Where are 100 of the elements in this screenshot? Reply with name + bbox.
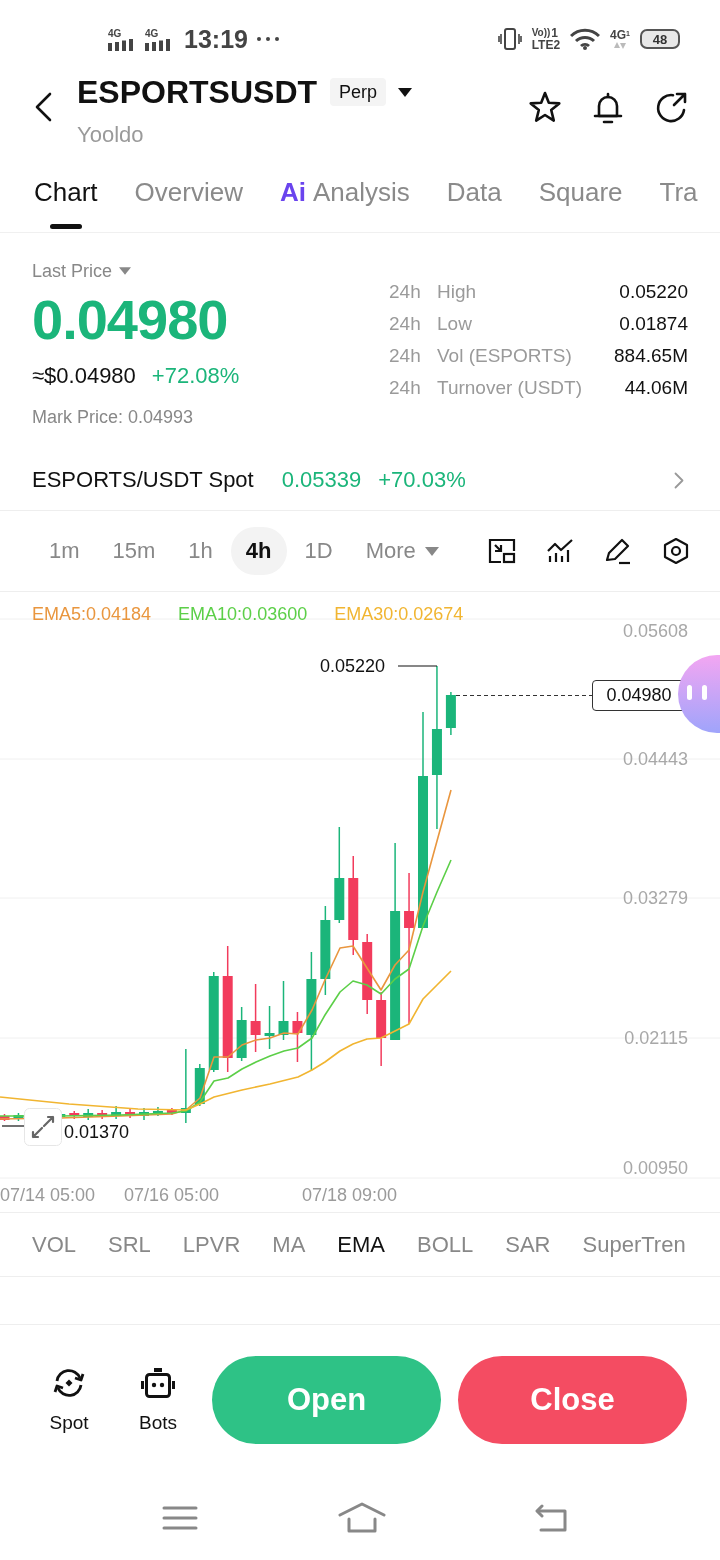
pencil-icon[interactable] (604, 537, 632, 565)
shortcut-label[interactable]: Spot (49, 1411, 89, 1435)
circular-arrow-icon[interactable] (654, 91, 688, 125)
contract-type-dropdown[interactable]: Perp (330, 78, 387, 106)
spot-pair-link[interactable]: ESPORTS/USDT Spot (32, 467, 254, 493)
candle (250, 983, 261, 1053)
ema-legend: EMA5:0.04184 (32, 603, 152, 625)
candle (194, 1063, 205, 1107)
network-type: 4G (108, 27, 122, 39)
stat-label: Vol (ESPORTS) (437, 344, 572, 368)
low-price-label: 0.01370 (64, 1123, 130, 1141)
pair-title: ESPORTSUSDT (77, 73, 318, 111)
indicator-tab[interactable]: SRL (108, 1231, 151, 1258)
volte-label: Vo)) (531, 27, 551, 39)
vibrate-icon (497, 27, 522, 51)
leader-line (1, 1125, 25, 1127)
interval-tab[interactable]: 1h (173, 527, 228, 575)
candle (139, 1107, 149, 1121)
axis-label: 0.04443 (622, 748, 688, 770)
tab[interactable]: Tra (659, 160, 698, 232)
candle (13, 1112, 24, 1122)
interval-tab[interactable]: 1D (289, 527, 348, 575)
menu-icon[interactable] (162, 1505, 198, 1531)
time-label: 07/14 05:00 (0, 1184, 96, 1206)
tab[interactable]: Overview (134, 160, 243, 232)
signal-icon (145, 38, 173, 51)
axis-label: 0.03279 (622, 887, 688, 909)
candle (97, 1109, 108, 1120)
time-label: 07/16 05:00 (124, 1184, 220, 1206)
stat-period: 24h (389, 312, 422, 336)
indicator-tab[interactable]: MA (272, 1231, 306, 1258)
clock: 13:19 (184, 24, 248, 54)
tab[interactable]: Ai Analysis (279, 160, 410, 232)
indicator-tab[interactable]: LPVR (182, 1231, 241, 1258)
usd-price: ≈$0.04980 (32, 363, 136, 389)
axis-label: 0.02115 (624, 1027, 688, 1049)
time-label: 07/18 09:00 (302, 1184, 398, 1206)
price-change: +70.03% (378, 467, 466, 493)
candle (264, 1005, 275, 1050)
exchange-icon[interactable] (52, 1366, 86, 1400)
axis-label: 0.00950 (622, 1157, 688, 1179)
shortcut-label[interactable]: Bots (139, 1411, 177, 1435)
stat-period: 24h (389, 344, 422, 368)
home-icon[interactable] (338, 1502, 386, 1534)
more-dots-icon (256, 37, 279, 41)
more-intervals[interactable]: More (365, 538, 416, 564)
battery-level: 48 (640, 29, 680, 49)
interval-tab[interactable]: 4h (230, 527, 287, 575)
collapse-arrows-icon[interactable] (24, 1108, 62, 1146)
stat-value: 0.01874 (619, 312, 688, 336)
stat-label: Low (437, 312, 472, 336)
stat-value: 44.06M (624, 376, 688, 400)
tab[interactable]: Chart (34, 160, 98, 232)
indicator-chart-icon[interactable] (546, 537, 574, 565)
lte-label: LTE2 (531, 39, 561, 51)
candle (278, 980, 289, 1041)
bell-icon[interactable] (591, 91, 625, 125)
tab[interactable]: Data (446, 160, 502, 232)
settings-icon[interactable] (662, 537, 690, 565)
candle (69, 1110, 80, 1120)
candle (111, 1105, 122, 1120)
stat-value: 0.05220 (619, 280, 688, 304)
tab[interactable]: Square (538, 160, 623, 232)
candle (445, 691, 456, 736)
candle (125, 1108, 136, 1119)
candle (236, 1006, 247, 1062)
stat-period: 24h (389, 280, 422, 304)
stat-label: High (437, 280, 477, 304)
axis-label: 0.05608 (622, 620, 688, 642)
back-icon[interactable] (34, 92, 52, 122)
star-icon[interactable] (528, 91, 562, 125)
wifi-icon (570, 28, 601, 50)
data-arrows-icon (614, 42, 627, 49)
candle (83, 1108, 94, 1121)
stat-value: 884.65M (614, 344, 688, 368)
signal-icon (108, 38, 136, 51)
chevron-right-icon[interactable] (674, 471, 684, 489)
indicator-tab[interactable]: BOLL (417, 1231, 474, 1258)
candle (292, 1011, 303, 1063)
interval-tab[interactable]: 15m (97, 527, 171, 575)
candle (152, 1106, 163, 1117)
price-type-selector[interactable]: Last Price (32, 260, 113, 282)
last-price: 0.04980 (32, 290, 229, 350)
indicator-tab[interactable]: EMA (337, 1231, 385, 1258)
dropdown-caret-icon[interactable] (398, 87, 413, 97)
leader-line (397, 665, 438, 667)
mark-price: Mark Price: 0.04993 (32, 406, 195, 428)
indicator-tab[interactable]: SuperTren (582, 1231, 686, 1258)
picture-in-picture-icon[interactable] (488, 537, 516, 565)
indicator-tab[interactable]: VOL (32, 1231, 77, 1258)
ai-label: Ai (279, 176, 306, 209)
indicator-tab[interactable]: SAR (505, 1231, 551, 1258)
interval-tab[interactable]: 1m (34, 527, 95, 575)
candle (0, 1113, 10, 1122)
stat-period: 24h (389, 376, 422, 400)
open-button[interactable]: Open (212, 1356, 441, 1444)
network-type: 4G (610, 29, 627, 42)
robot-icon[interactable] (141, 1366, 175, 1400)
close-button[interactable]: Close (458, 1356, 687, 1444)
spot-price: 0.05339 (281, 467, 362, 493)
